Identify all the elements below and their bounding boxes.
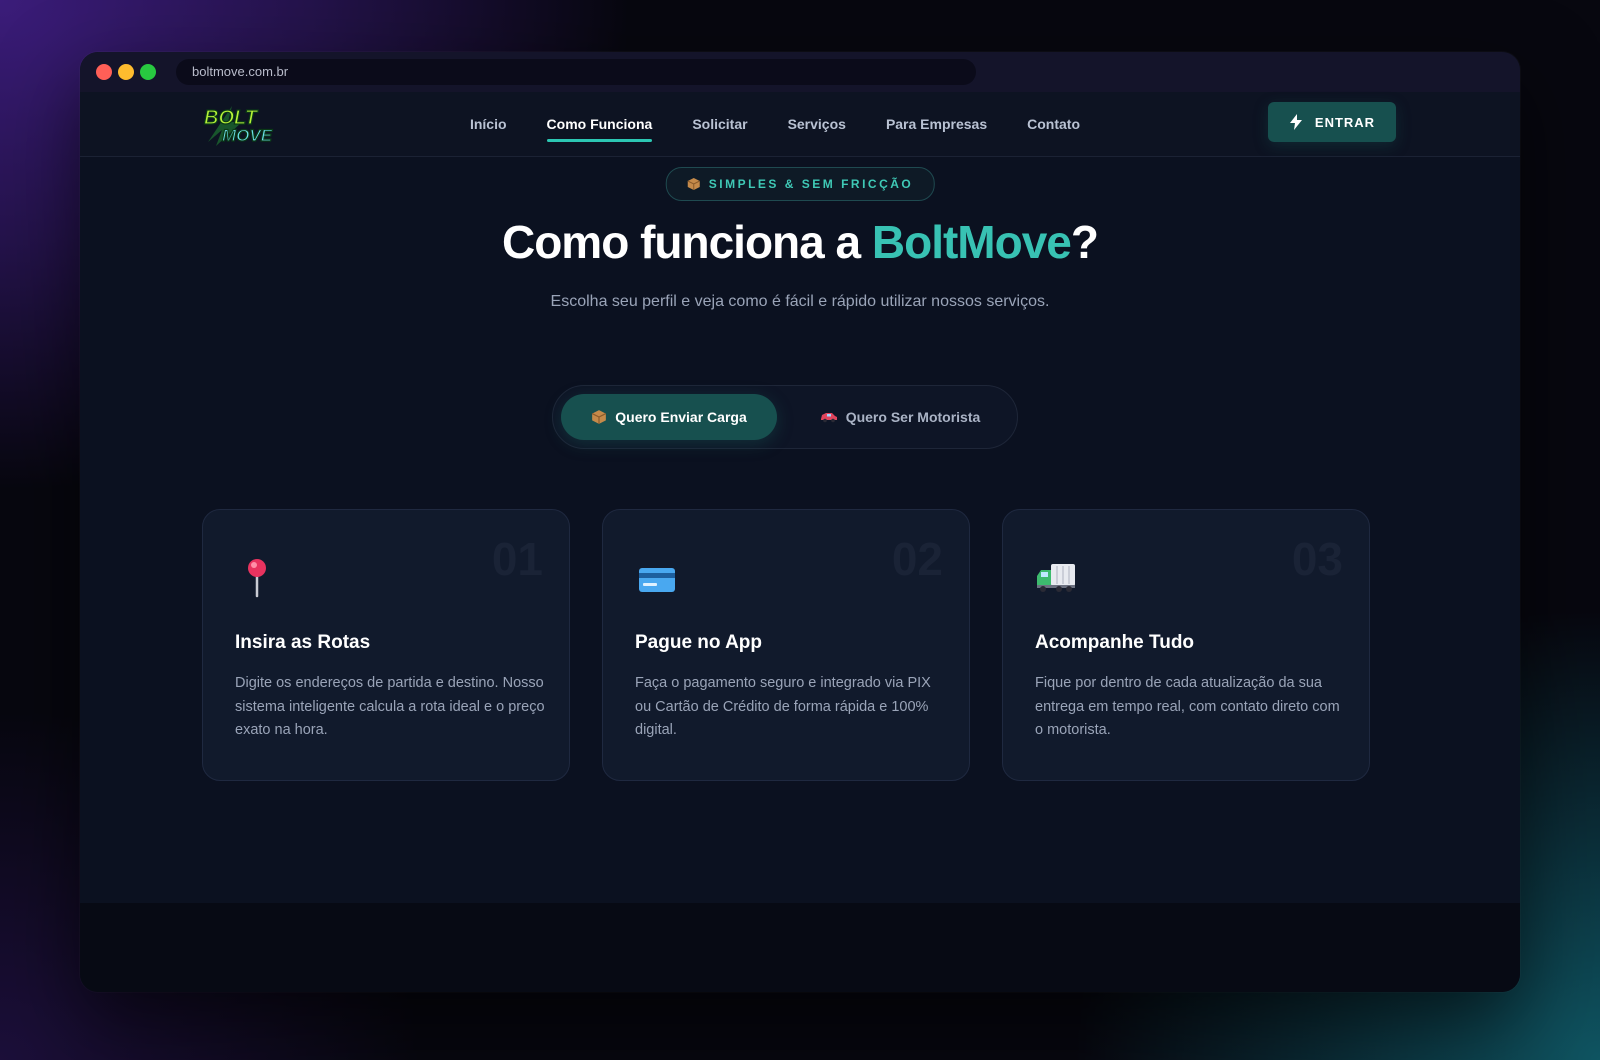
step-description: Faça o pagamento seguro e integrado via … (635, 675, 931, 738)
send-cargo-option[interactable]: Quero Enviar Carga (561, 394, 777, 440)
become-driver-label: Quero Ser Motorista (845, 409, 981, 425)
title-brand: BoltMove (871, 216, 1072, 268)
step-title: Insira as Rotas (235, 632, 371, 653)
step-number: 01 (491, 533, 543, 585)
title-suffix: ? (1070, 216, 1099, 268)
nav-para-empresas[interactable]: Para Empresas (886, 112, 987, 136)
nav-contato[interactable]: Contato (1027, 112, 1080, 136)
login-button-label: ENTRAR (1314, 114, 1376, 130)
title-prefix: Como funciona a (501, 216, 872, 268)
footer-strip (80, 903, 1520, 992)
browser-window: boltmove.com.br BOLT MOVE Início Como Fu… (80, 52, 1520, 992)
send-cargo-label: Quero Enviar Carga (615, 409, 747, 425)
nav-servicos[interactable]: Serviços (788, 112, 846, 136)
pin-icon (248, 559, 266, 598)
package-icon (592, 410, 607, 424)
nav-inicio[interactable]: Início (470, 112, 507, 136)
step-card-payment: 02 Pague no App Faça o pagamento seguro … (602, 509, 970, 781)
login-button[interactable]: ENTRAR (1268, 102, 1396, 142)
car-icon (820, 413, 837, 423)
maximize-window-button[interactable] (140, 64, 156, 80)
step-description: Digite os endereços de partida e destino… (235, 675, 545, 738)
page-subtitle: Escolha seu perfil e veja como é fácil e… (550, 293, 1050, 310)
minimize-window-button[interactable] (118, 64, 134, 80)
step-number: 03 (1291, 533, 1343, 585)
truck-icon (1037, 564, 1075, 592)
how-it-works-section: SIMPLES & SEM FRICÇÃO Como funciona a Bo… (80, 157, 1520, 903)
section-badge-label: SIMPLES & SEM FRICÇÃO (708, 177, 914, 191)
page-title: Como funciona a BoltMove? (80, 215, 1520, 269)
profile-toggle: Quero Enviar Carga Quero Ser Motorista (552, 385, 1018, 449)
package-icon (687, 178, 700, 190)
credit-card-icon (639, 568, 675, 592)
close-window-button[interactable] (96, 64, 112, 80)
step-description: Fique por dentro de cada atualização da … (1035, 675, 1340, 738)
site-header: BOLT MOVE Início Como Funciona Solicitar… (80, 92, 1520, 157)
step-title: Acompanhe Tudo (1035, 632, 1195, 653)
step-card-routes: 01 Insira as Rotas Digite os endereços d… (202, 509, 570, 781)
section-badge: SIMPLES & SEM FRICÇÃO (665, 167, 935, 201)
address-bar[interactable]: boltmove.com.br (176, 59, 976, 85)
step-number: 02 (891, 533, 943, 585)
nav-solicitar[interactable]: Solicitar (692, 112, 747, 136)
browser-chrome: boltmove.com.br (80, 52, 1520, 92)
steps-list: 01 Insira as Rotas Digite os endereços d… (202, 509, 1370, 783)
step-card-tracking: 03 Acompanhe Tudo Fique por dentro de ca… (1002, 509, 1370, 781)
step-title: Pague no App (635, 632, 763, 653)
become-driver-option[interactable]: Quero Ser Motorista (789, 394, 1011, 440)
nav-como-funciona[interactable]: Como Funciona (546, 112, 652, 142)
lightning-icon (1289, 114, 1302, 130)
